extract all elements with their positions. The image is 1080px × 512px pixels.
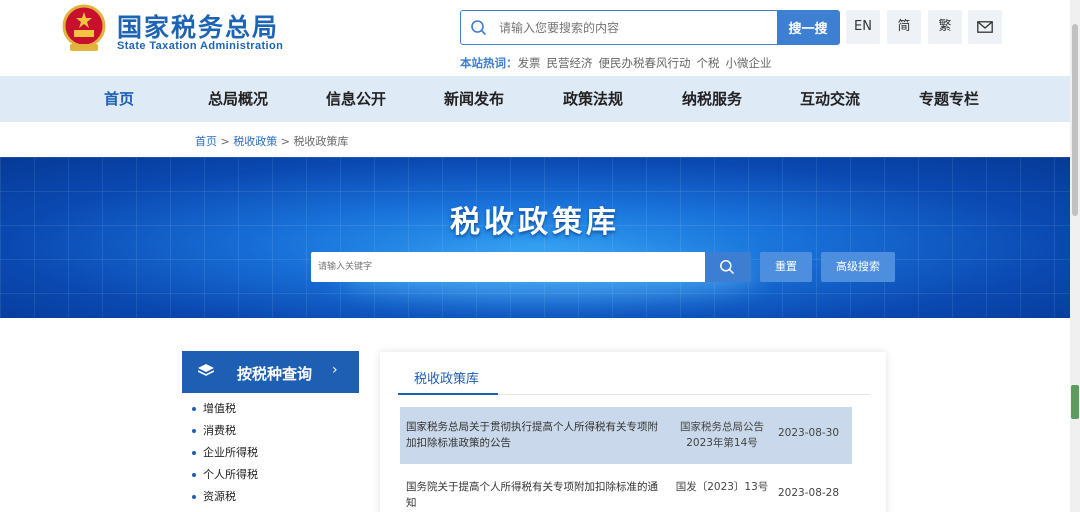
nav-item-interaction[interactable]: 互动交流 xyxy=(800,76,860,122)
site-search-input[interactable] xyxy=(499,16,769,40)
hot-words: 本站热词：发票 民营经济 便民办税春风行动 个税 小微企业 xyxy=(460,55,772,71)
site-search-button[interactable]: 搜一搜 xyxy=(777,11,839,44)
advanced-search-button[interactable]: 高级搜索 xyxy=(821,252,895,282)
breadcrumb: 首页 > 税收政策 > 税收政策库 xyxy=(195,133,348,149)
policy-banner: 税收政策库 重置 高级搜索 xyxy=(0,157,1070,318)
hot-word-link[interactable]: 发票 xyxy=(518,56,541,70)
active-tab-underline xyxy=(398,393,498,395)
mail-button[interactable] xyxy=(968,10,1002,44)
chevron-right-icon: › xyxy=(332,362,338,378)
banner-title: 税收政策库 xyxy=(450,205,620,240)
hot-word-link[interactable]: 小微企业 xyxy=(726,56,772,70)
tab-policy-library[interactable]: 税收政策库 xyxy=(414,368,479,387)
lang-simplified-button[interactable]: 简 xyxy=(887,10,921,44)
nav-item-topics[interactable]: 专题专栏 xyxy=(919,76,979,122)
policy-title-link[interactable]: 国务院关于提高个人所得税有关专项附加扣除标准的通知 xyxy=(406,479,664,511)
nav-item-policy[interactable]: 政策法规 xyxy=(563,76,623,122)
nav-item-information[interactable]: 信息公开 xyxy=(326,76,386,122)
nav-item-service[interactable]: 纳税服务 xyxy=(682,76,742,122)
search-icon xyxy=(720,260,735,275)
tax-type-item[interactable]: 资源税 xyxy=(190,486,258,508)
breadcrumb-home[interactable]: 首页 xyxy=(195,135,217,148)
hot-word-link[interactable]: 民营经济 xyxy=(547,56,593,70)
policy-title-link[interactable]: 国家税务总局关于贯彻执行提高个人所得税有关专项附加扣除标准政策的公告 xyxy=(406,419,664,451)
tax-type-query-header[interactable]: 按税种查询 › xyxy=(182,351,359,393)
breadcrumb-separator: > xyxy=(220,135,230,148)
page-scrollbar[interactable] xyxy=(1070,0,1080,512)
site-logo-title[interactable]: 国家税务总局 xyxy=(117,8,279,44)
policy-search-input[interactable] xyxy=(311,252,705,282)
lang-traditional-button[interactable]: 繁 xyxy=(928,10,962,44)
breadcrumb-separator: > xyxy=(280,135,290,148)
policy-search-button[interactable] xyxy=(705,252,751,282)
breadcrumb-current: 税收政策库 xyxy=(293,135,349,148)
policy-list-panel: 税收政策库 国家税务总局关于贯彻执行提高个人所得税有关专项附加扣除标准政策的公告… xyxy=(380,352,886,512)
national-emblem-icon[interactable] xyxy=(60,4,108,54)
site-header: 国家税务总局 State Taxation Administration 搜一搜… xyxy=(0,0,1070,76)
layers-icon xyxy=(198,364,214,376)
policy-doc-number: 国发〔2023〕13号 xyxy=(675,481,769,493)
tax-type-item[interactable]: 消费税 xyxy=(190,420,258,442)
breadcrumb-section[interactable]: 税收政策 xyxy=(233,135,277,148)
hot-words-label: 本站热词： xyxy=(460,56,518,70)
reset-button[interactable]: 重置 xyxy=(760,252,812,282)
hot-word-link[interactable]: 便民办税春风行动 xyxy=(599,56,691,70)
hot-word-link[interactable]: 个税 xyxy=(697,56,720,70)
site-logo-subtitle[interactable]: State Taxation Administration xyxy=(117,40,283,52)
search-icon xyxy=(471,20,487,36)
policy-date: 2023-08-30 xyxy=(778,427,840,439)
scrollbar-thumb[interactable] xyxy=(1072,24,1078,216)
policy-doc-number: 国家税务总局公告2023年第14号 xyxy=(680,421,764,449)
scroll-grip-handle[interactable] xyxy=(1071,385,1079,419)
main-nav: 首页 总局概况 信息公开 新闻发布 政策法规 纳税服务 互动交流 专题专栏 xyxy=(0,76,1070,122)
site-search-box: 搜一搜 xyxy=(460,10,840,45)
policy-row[interactable]: 国家税务总局关于贯彻执行提高个人所得税有关专项附加扣除标准政策的公告 国家税务总… xyxy=(400,407,852,464)
tax-type-item[interactable]: 增值税 xyxy=(190,398,258,420)
tax-type-list: 增值税 消费税 企业所得税 个人所得税 资源税 xyxy=(190,398,258,508)
nav-item-home[interactable]: 首页 xyxy=(104,76,134,122)
tax-type-query-title: 按税种查询 xyxy=(237,365,313,383)
tax-type-item[interactable]: 个人所得税 xyxy=(190,464,258,486)
policy-row[interactable]: 国务院关于提高个人所得税有关专项附加扣除标准的通知 国发〔2023〕13号 20… xyxy=(400,467,852,512)
nav-item-news[interactable]: 新闻发布 xyxy=(444,76,504,122)
tax-type-item[interactable]: 企业所得税 xyxy=(190,442,258,464)
mail-icon xyxy=(977,21,993,33)
lang-en-button[interactable]: EN xyxy=(846,10,880,44)
nav-item-overview[interactable]: 总局概况 xyxy=(208,76,268,122)
policy-date: 2023-08-28 xyxy=(778,487,840,499)
